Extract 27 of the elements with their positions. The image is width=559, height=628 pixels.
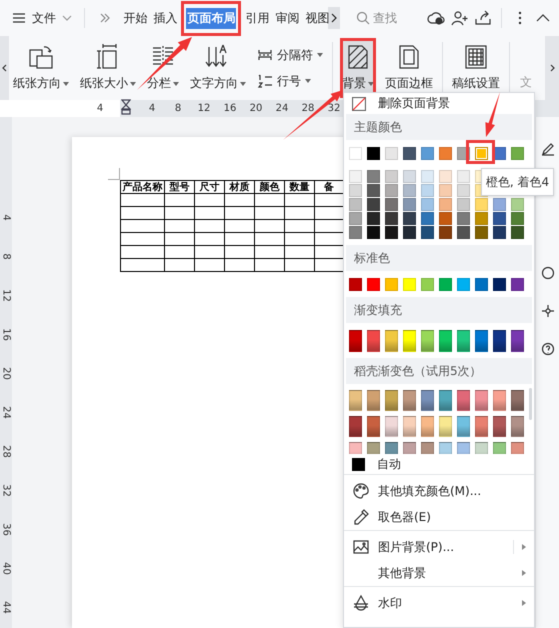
ruler-mark: 4 <box>96 103 104 114</box>
tooltip: 橙色, 着色4 <box>481 168 554 196</box>
ruler-mark: 4 <box>0 213 12 223</box>
ruler-mark: 8 <box>0 252 12 262</box>
ruler-mark: 16 <box>222 103 238 114</box>
ruler-mark: 20 <box>248 103 264 114</box>
table-header-cell: 数量 <box>284 180 314 194</box>
ruler-mark: 40 <box>0 562 12 574</box>
ruler-mark: 36 <box>0 524 12 536</box>
ruler-mark: 28 <box>0 446 12 458</box>
table-header-cell: 型号 <box>164 180 194 194</box>
ruler-mark: 8 <box>174 103 182 114</box>
ruler-mark: 32 <box>326 103 342 114</box>
ruler-mark: 20 <box>0 368 12 380</box>
ruler-mark: 12 <box>0 290 12 302</box>
ruler-mark: 16 <box>0 328 12 340</box>
ruler-mark: 24 <box>274 103 290 114</box>
section-header: 标准色 <box>346 245 532 271</box>
section-header: 主题颜色 <box>346 114 532 140</box>
section-header: 稻壳渐变色（试用5次） <box>346 358 532 384</box>
ruler-mark: 4 <box>148 103 156 114</box>
ruler-mark: 24 <box>0 406 12 418</box>
ruler-mark: 44 <box>0 602 12 614</box>
ruler-mark: 32 <box>0 484 12 496</box>
ruler-mark: 28 <box>300 103 316 114</box>
ruler-mark: 12 <box>196 103 212 114</box>
section-header: 渐变填充 <box>346 297 532 323</box>
